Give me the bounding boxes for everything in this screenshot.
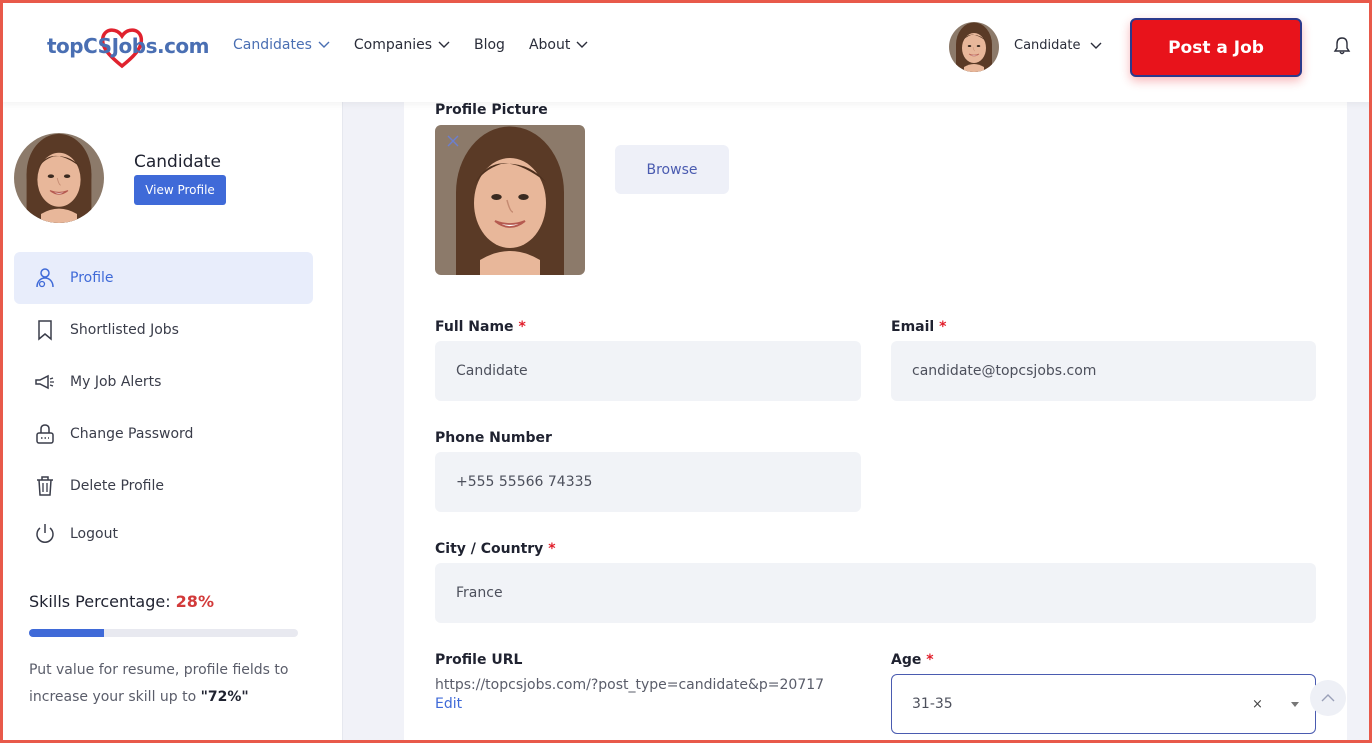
sidebar-item-logout[interactable]: Logout [14, 512, 313, 556]
dropdown-arrow-icon [1291, 702, 1299, 707]
power-icon [36, 524, 54, 543]
sidebar-item-label: Logout [70, 526, 118, 542]
sidebar-item-profile[interactable]: Profile [14, 252, 313, 304]
skills-progress-fill [29, 629, 105, 637]
skills-target-value: "72%" [200, 689, 249, 705]
skills-note-text: Put value for resume, profile fields to … [29, 662, 289, 705]
nav-label: Blog [474, 37, 505, 53]
full-name-input[interactable] [435, 341, 861, 401]
skills-title: Skills Percentage: [29, 592, 171, 611]
trash-icon [37, 476, 53, 496]
required-mark: * [926, 652, 934, 668]
sidebar-item-job-alerts[interactable]: My Job Alerts [14, 356, 313, 408]
profile-url-edit-link[interactable]: Edit [435, 696, 462, 712]
field-label-text: City / Country [435, 541, 544, 557]
profile-url-value: https://topcsjobs.com/?post_type=candida… [435, 677, 825, 693]
main-nav: Candidates Companies Blog About [233, 37, 612, 53]
user-icon [36, 268, 54, 288]
scroll-to-top-button[interactable] [1310, 680, 1346, 716]
nav-companies[interactable]: Companies [354, 37, 450, 53]
chevron-up-icon [1321, 694, 1335, 702]
required-mark: * [518, 319, 526, 335]
field-label-text: Age [891, 652, 922, 668]
dashboard-sidebar: Candidate View Profile Profile Shortlist… [0, 102, 343, 743]
profile-url-label: Profile URL [435, 652, 523, 668]
full-name-label: Full Name * [435, 319, 526, 335]
nav-label: About [528, 37, 571, 53]
nav-blog[interactable]: Blog [474, 37, 505, 53]
age-selected-value: 31-35 [912, 696, 953, 712]
bell-icon[interactable] [1332, 36, 1352, 56]
phone-input[interactable] [435, 452, 861, 512]
required-mark: * [939, 319, 947, 335]
nav-candidates[interactable]: Candidates [233, 37, 330, 53]
email-input[interactable] [891, 341, 1316, 401]
sidebar-item-label: My Job Alerts [70, 374, 162, 390]
field-label-text: Full Name [435, 319, 514, 335]
site-logo[interactable]: topCSJobs.com [47, 24, 210, 70]
user-menu[interactable]: Candidate [1014, 38, 1102, 53]
sidebar-username: Candidate [134, 152, 221, 172]
skills-percent-value: 28% [175, 592, 214, 611]
nav-label: Candidates [233, 37, 312, 53]
email-label: Email * [891, 319, 946, 335]
browse-button[interactable]: Browse [615, 145, 729, 194]
site-header: topCSJobs.com Candidates Companies Blog … [0, 0, 1372, 102]
chevron-down-icon [576, 41, 588, 48]
sidebar-item-shortlisted-jobs[interactable]: Shortlisted Jobs [14, 304, 313, 356]
header-avatar[interactable] [949, 22, 999, 72]
age-clear-button[interactable]: × [1252, 697, 1263, 712]
city-country-input[interactable] [435, 563, 1316, 623]
age-label: Age * [891, 652, 934, 668]
field-label-text: Email [891, 319, 935, 335]
sidebar-item-label: Profile [70, 270, 114, 286]
sidebar-item-change-password[interactable]: Change Password [14, 408, 313, 460]
chevron-down-icon [318, 41, 330, 48]
view-profile-button[interactable]: View Profile [134, 175, 226, 205]
logo-text: topCSJobs.com [47, 34, 210, 58]
user-menu-label: Candidate [1014, 38, 1081, 53]
profile-picture-label: Profile Picture [435, 102, 548, 118]
skills-percentage-heading: Skills Percentage: 28% [29, 592, 214, 611]
sidebar-item-label: Delete Profile [70, 478, 164, 494]
sidebar-item-delete-profile[interactable]: Delete Profile [14, 460, 313, 512]
megaphone-icon [35, 374, 54, 390]
bookmark-icon [38, 320, 52, 341]
sidebar-avatar [14, 133, 104, 223]
lock-icon [36, 424, 54, 444]
sidebar-menu: Profile Shortlisted Jobs My Job Alerts C… [14, 252, 313, 556]
phone-label: Phone Number [435, 430, 552, 446]
chevron-down-icon [438, 41, 450, 48]
post-job-button[interactable]: Post a Job [1130, 18, 1302, 77]
chevron-down-icon [1090, 42, 1102, 49]
city-country-label: City / Country * [435, 541, 556, 557]
nav-label: Companies [353, 37, 432, 53]
avatar-image [14, 133, 104, 223]
remove-picture-icon[interactable] [446, 134, 460, 148]
nav-about[interactable]: About [529, 37, 588, 53]
sidebar-item-label: Change Password [70, 426, 194, 442]
sidebar-item-label: Shortlisted Jobs [70, 322, 179, 338]
required-mark: * [548, 541, 556, 557]
avatar-image [949, 22, 999, 72]
skills-progress-bar [29, 629, 298, 637]
skills-note: Put value for resume, profile fields to … [29, 657, 309, 711]
